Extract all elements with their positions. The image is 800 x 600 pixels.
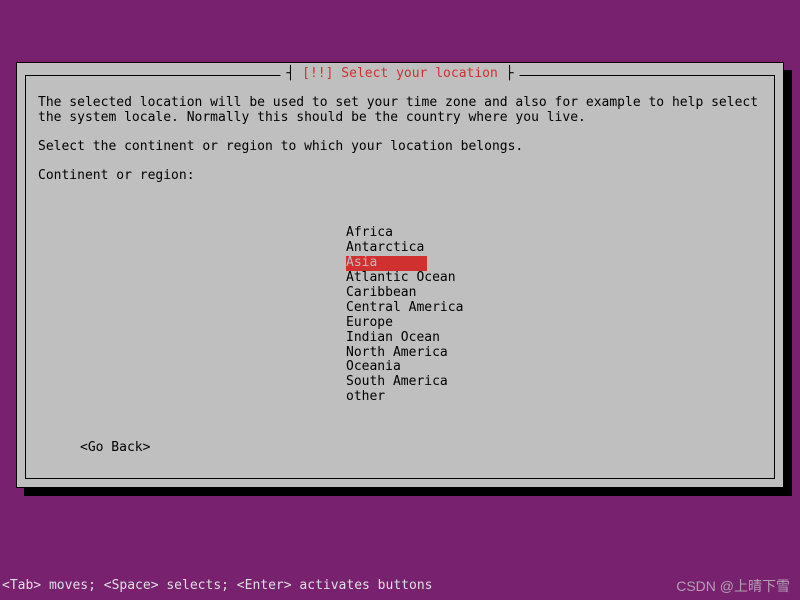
installer-dialog: ┤ [!!] Select your location ├ The select… (16, 62, 784, 488)
keyboard-hint: <Tab> moves; <Space> selects; <Enter> ac… (0, 579, 432, 594)
list-item[interactable]: South America (346, 375, 463, 390)
list-item[interactable]: Central America (346, 301, 463, 316)
list-item-selected[interactable]: Asia (346, 256, 427, 271)
dialog-title: ┤ [!!] Select your location ├ (281, 67, 520, 82)
list-item[interactable]: Caribbean (346, 286, 463, 301)
title-text: Select your location (333, 66, 497, 81)
list-item[interactable]: Europe (346, 316, 463, 331)
list-item[interactable]: Oceania (346, 360, 463, 375)
watermark-text: CSDN @上晴下雪 (676, 578, 790, 594)
dialog-frame: ┤ [!!] Select your location ├ The select… (25, 75, 775, 479)
dialog-content: The selected location will be used to se… (38, 96, 762, 198)
list-item[interactable]: Antarctica (346, 241, 463, 256)
list-item[interactable]: Indian Ocean (346, 331, 463, 346)
list-item[interactable]: other (346, 390, 463, 405)
go-back-button[interactable]: <Go Back> (80, 441, 150, 456)
description-paragraph-2: Select the continent or region to which … (38, 140, 762, 155)
list-item[interactable]: Africa (346, 226, 463, 241)
title-bracket-open: ┤ (287, 66, 303, 81)
prompt-label: Continent or region: (38, 169, 762, 184)
title-bracket-close: ├ (498, 66, 514, 81)
title-marker: [!!] (302, 66, 333, 81)
list-item[interactable]: Atlantic Ocean (346, 271, 463, 286)
list-item[interactable]: North America (346, 346, 463, 361)
description-paragraph-1: The selected location will be used to se… (38, 96, 762, 126)
region-list[interactable]: Africa Antarctica Asia Atlantic Ocean Ca… (346, 226, 463, 405)
